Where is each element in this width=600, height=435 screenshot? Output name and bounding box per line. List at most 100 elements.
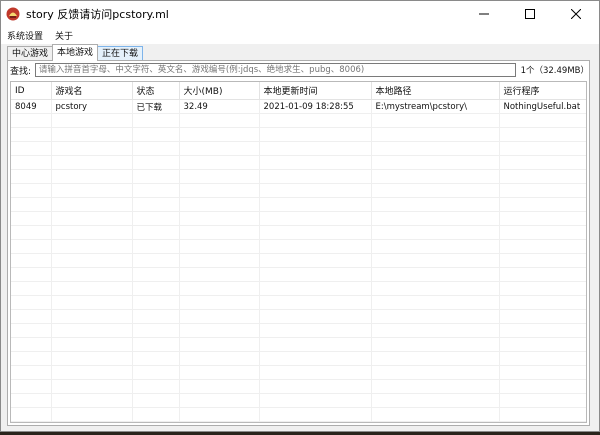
empty-cell xyxy=(11,351,52,366)
empty-cell xyxy=(259,351,372,366)
column-header-exec[interactable]: 运行程序 xyxy=(499,82,586,100)
empty-cell xyxy=(499,211,586,226)
empty-cell xyxy=(51,309,133,324)
empty-cell xyxy=(259,225,372,240)
empty-cell xyxy=(11,197,52,212)
column-header-id[interactable]: ID xyxy=(11,82,52,100)
empty-cell xyxy=(11,295,52,310)
empty-cell xyxy=(132,183,180,198)
empty-cell xyxy=(179,225,260,240)
empty-cell xyxy=(51,337,133,352)
empty-cell xyxy=(499,197,586,212)
empty-table-row xyxy=(11,421,586,422)
table-row[interactable]: 8049 pcstory 已下载 32.49 2021-01-09 18:28:… xyxy=(11,99,586,114)
empty-cell xyxy=(11,239,52,254)
minimize-button[interactable] xyxy=(461,1,507,27)
tab-downloading[interactable]: 正在下载 xyxy=(97,46,144,61)
empty-cell xyxy=(499,393,586,408)
empty-cell xyxy=(371,239,500,254)
column-header-status[interactable]: 状态 xyxy=(132,82,180,100)
empty-cell xyxy=(132,127,180,142)
empty-cell xyxy=(259,323,372,338)
empty-table-row xyxy=(11,169,586,184)
empty-cell xyxy=(499,407,586,422)
close-button[interactable] xyxy=(553,1,599,27)
empty-cell xyxy=(51,295,133,310)
empty-cell xyxy=(499,253,586,268)
close-icon xyxy=(571,9,581,19)
menu-bar: 系统设置 关于 xyxy=(1,27,599,44)
empty-cell xyxy=(51,267,133,282)
empty-cell xyxy=(371,211,500,226)
empty-cell xyxy=(11,337,52,352)
cell-status: 已下载 xyxy=(132,99,180,114)
empty-table-row xyxy=(11,239,586,254)
empty-cell xyxy=(371,169,500,184)
empty-cell xyxy=(11,323,52,338)
empty-cell xyxy=(132,407,180,422)
tab-center-games[interactable]: 中心游戏 xyxy=(7,46,54,61)
search-input[interactable] xyxy=(34,63,516,77)
empty-cell xyxy=(499,239,586,254)
empty-cell xyxy=(499,267,586,282)
tab-local-games[interactable]: 本地游戏 xyxy=(52,44,99,61)
empty-cell xyxy=(179,351,260,366)
empty-cell xyxy=(132,253,180,268)
empty-cell xyxy=(132,155,180,170)
table-header-row: ID 游戏名 状态 大小(MB) 本地更新时间 本地路径 运行程序 xyxy=(11,82,586,100)
empty-cell xyxy=(499,141,586,156)
column-header-name[interactable]: 游戏名 xyxy=(51,82,133,100)
app-logo-icon xyxy=(6,7,20,21)
empty-cell xyxy=(11,407,52,422)
empty-cell xyxy=(371,267,500,282)
app-window: story 反馈请访问pcstory.ml 系统设置 关于 中心游戏 本地游戏 … xyxy=(0,0,600,432)
empty-table-row xyxy=(11,127,586,142)
games-table[interactable]: ID 游戏名 状态 大小(MB) 本地更新时间 本地路径 运行程序 8049 p… xyxy=(10,81,587,423)
empty-cell xyxy=(371,281,500,296)
empty-cell xyxy=(259,281,372,296)
empty-cell xyxy=(179,323,260,338)
empty-cell xyxy=(179,393,260,408)
empty-cell xyxy=(179,211,260,226)
empty-cell xyxy=(371,127,500,142)
empty-cell xyxy=(179,295,260,310)
empty-cell xyxy=(132,225,180,240)
menu-about[interactable]: 关于 xyxy=(55,29,73,42)
cell-id: 8049 xyxy=(11,99,52,114)
menu-system-settings[interactable]: 系统设置 xyxy=(7,29,43,42)
empty-cell xyxy=(259,155,372,170)
empty-cell xyxy=(179,281,260,296)
empty-cell xyxy=(259,407,372,422)
empty-cell xyxy=(51,365,133,380)
maximize-button[interactable] xyxy=(507,1,553,27)
empty-cell xyxy=(259,337,372,352)
empty-cell xyxy=(499,295,586,310)
column-header-updated[interactable]: 本地更新时间 xyxy=(259,82,372,100)
empty-cell xyxy=(371,183,500,198)
empty-cell xyxy=(11,211,52,226)
empty-cell xyxy=(179,155,260,170)
column-header-path[interactable]: 本地路径 xyxy=(371,82,500,100)
empty-table-row xyxy=(11,253,586,268)
empty-cell xyxy=(179,141,260,156)
empty-cell xyxy=(51,253,133,268)
column-header-size[interactable]: 大小(MB) xyxy=(179,82,260,100)
empty-cell xyxy=(51,141,133,156)
title-bar: story 反馈请访问pcstory.ml xyxy=(1,1,599,27)
empty-cell xyxy=(371,365,500,380)
local-games-panel: 查找: 1个（32.49MB） ID 游戏名 状态 大小(MB) 本地更新时间 xyxy=(7,60,590,426)
window-title: story 反馈请访问pcstory.ml xyxy=(26,8,169,21)
empty-cell xyxy=(132,295,180,310)
empty-cell xyxy=(371,225,500,240)
empty-table-row xyxy=(11,323,586,338)
empty-cell xyxy=(51,239,133,254)
search-row: 查找: 1个（32.49MB） xyxy=(8,61,589,79)
empty-cell xyxy=(51,197,133,212)
empty-cell xyxy=(132,365,180,380)
empty-cell xyxy=(371,407,500,422)
empty-cell xyxy=(371,393,500,408)
empty-cell xyxy=(259,309,372,324)
empty-cell xyxy=(132,267,180,282)
empty-cell xyxy=(132,337,180,352)
empty-cell xyxy=(179,113,260,128)
